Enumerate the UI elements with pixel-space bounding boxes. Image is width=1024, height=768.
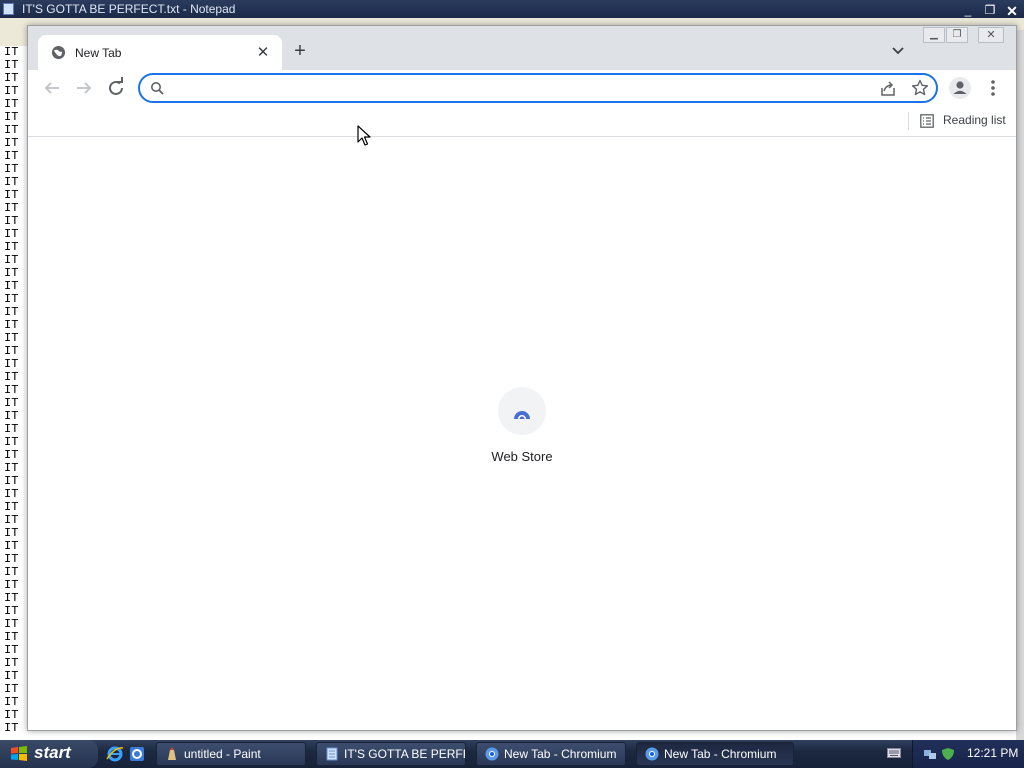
- notepad-title-bar[interactable]: IT'S GOTTA BE PERFECT.txt - Notepad _ ❐ …: [0, 0, 1024, 18]
- chromium-icon: [485, 747, 499, 761]
- maximize-button[interactable]: ❐: [946, 27, 968, 43]
- close-icon[interactable]: ✕: [253, 43, 273, 63]
- windows-flag-icon: [11, 746, 27, 761]
- notepad-icon: [3, 3, 14, 15]
- system-tray: 12:21 PM: [912, 740, 1024, 768]
- tab-new-tab[interactable]: New Tab ✕: [38, 35, 282, 70]
- address-input[interactable]: [172, 78, 856, 100]
- minimize-button[interactable]: ▁: [923, 27, 945, 43]
- keyboard-icon[interactable]: [887, 747, 901, 759]
- shortcut-tile: [498, 387, 546, 435]
- reading-list-icon: [920, 114, 934, 128]
- chevron-down-icon[interactable]: [888, 40, 908, 60]
- forward-arrow-icon[interactable]: [72, 76, 96, 100]
- task-paint[interactable]: untitled - Paint: [156, 742, 306, 766]
- profile-avatar-icon[interactable]: [948, 76, 972, 100]
- clock: 12:21 PM: [967, 746, 1019, 760]
- new-tab-page: Web Store: [28, 137, 1016, 730]
- start-label: start: [34, 743, 71, 762]
- task-chromium-active[interactable]: New Tab - Chromium: [636, 742, 794, 766]
- ie-icon[interactable]: [128, 745, 146, 763]
- task-label: New Tab - Chromium: [664, 747, 777, 761]
- notepad-minimize-button[interactable]: _: [960, 2, 976, 18]
- tab-title: New Tab: [75, 46, 122, 60]
- bookmarks-bar: Reading list: [28, 106, 1016, 137]
- shortcut-web-store[interactable]: Web Store: [482, 387, 562, 471]
- toolbar: [28, 70, 1016, 106]
- reading-list-button[interactable]: Reading list: [918, 111, 1008, 131]
- notepad-icon: [326, 747, 338, 761]
- shortcut-label: Web Store: [491, 449, 553, 464]
- task-notepad[interactable]: IT'S GOTTA BE PERFE...: [316, 742, 466, 766]
- network-icon[interactable]: [923, 747, 937, 761]
- notepad-scrollbar[interactable]: [1016, 30, 1024, 740]
- notepad-close-button[interactable]: ✕: [1003, 2, 1021, 18]
- share-icon[interactable]: [879, 80, 897, 98]
- notepad-restore-button[interactable]: ❐: [982, 2, 998, 18]
- start-button[interactable]: start: [0, 740, 98, 768]
- task-chromium[interactable]: New Tab - Chromium: [476, 742, 626, 766]
- task-label: New Tab - Chromium: [504, 747, 617, 761]
- reload-icon[interactable]: [104, 76, 128, 100]
- kebab-menu-icon[interactable]: [983, 76, 1003, 100]
- search-icon: [151, 82, 164, 95]
- mouse-cursor-icon: [357, 125, 371, 146]
- chromium-icon: [645, 747, 659, 761]
- internet-explorer-icon[interactable]: [106, 745, 124, 763]
- new-tab-button[interactable]: +: [288, 39, 312, 63]
- paint-icon: [168, 747, 176, 760]
- notepad-title: IT'S GOTTA BE PERFECT.txt - Notepad: [22, 2, 236, 16]
- bookmark-star-icon[interactable]: [911, 79, 929, 97]
- close-window-button[interactable]: ✕: [978, 27, 1004, 43]
- web-store-icon: [514, 411, 530, 419]
- tab-strip: New Tab ✕ + ▁ ❐ ✕: [28, 26, 1016, 70]
- reading-list-label: Reading list: [943, 113, 1006, 127]
- security-icon[interactable]: [941, 747, 955, 761]
- chromium-window: New Tab ✕ + ▁ ❐ ✕ Reading list Web Store: [27, 25, 1017, 731]
- globe-icon: [51, 45, 66, 60]
- taskbar: start untitled - Paint IT'S GOTTA BE PER…: [0, 740, 1024, 768]
- task-label: IT'S GOTTA BE PERFE...: [344, 747, 465, 761]
- task-label: untitled - Paint: [184, 747, 261, 761]
- back-arrow-icon[interactable]: [40, 76, 64, 100]
- bookmarks-separator: [908, 112, 909, 130]
- address-bar[interactable]: [138, 73, 938, 103]
